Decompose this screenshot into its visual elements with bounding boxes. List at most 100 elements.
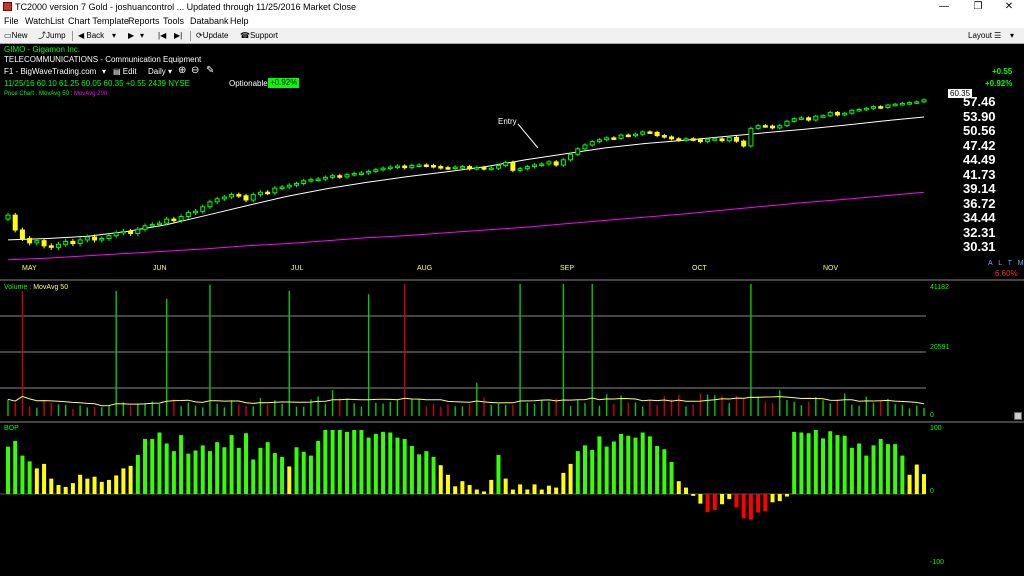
menu-help[interactable]: Help — [230, 14, 249, 28]
candle-body — [279, 186, 285, 189]
candle-body — [200, 206, 206, 212]
candle-body — [748, 127, 754, 147]
candle-body — [481, 167, 487, 170]
candle-body — [236, 194, 242, 197]
candle-body — [654, 131, 660, 137]
candle-body — [344, 174, 350, 178]
menu-chart-template[interactable]: Chart Template — [68, 14, 129, 28]
layout-dropdown[interactable]: ▾ — [1010, 30, 1014, 42]
candle-body — [820, 115, 826, 118]
candle-body — [575, 148, 581, 155]
candle-body — [366, 170, 372, 174]
close-button[interactable]: ✕ — [994, 0, 1024, 14]
candle-body — [322, 176, 328, 180]
candle-body — [856, 109, 862, 112]
candle-body — [611, 137, 617, 140]
candle-body — [661, 135, 667, 138]
candle-body — [582, 144, 588, 150]
toolbar: ▭New ⤴Jump ◀ Back ▾ ▶ ▾ |◀ ▶| ⟳Update ☎S… — [0, 28, 1024, 44]
candle-body — [640, 131, 646, 135]
candle-body — [257, 191, 263, 196]
candle-body — [647, 131, 653, 134]
candle-body — [149, 223, 155, 227]
candle-body — [409, 165, 415, 169]
menu-reports[interactable]: Reports — [128, 14, 160, 28]
candle-body — [337, 175, 343, 178]
candle-body — [762, 125, 768, 128]
candle-body — [55, 243, 61, 248]
candle-body — [438, 166, 444, 169]
candle-body — [892, 103, 898, 107]
candle-body — [351, 173, 357, 176]
chart-area: GIMO - Gigamon Inc. TELECOMMUNICATIONS -… — [0, 44, 1024, 576]
candle-body — [878, 106, 884, 109]
layout-button[interactable]: Layout — [968, 30, 992, 42]
candle-body — [806, 117, 812, 121]
menu-watchlist[interactable]: WatchList — [25, 14, 64, 28]
candle-body — [495, 165, 501, 169]
candle-body — [524, 166, 530, 170]
candle-body — [733, 136, 739, 142]
candle-body — [589, 141, 595, 146]
candle-body — [539, 163, 545, 166]
candle-body — [308, 179, 314, 182]
jump-button[interactable]: ⤴Jump — [38, 30, 66, 42]
candle-body — [488, 167, 494, 171]
candle-body — [120, 230, 126, 234]
back-dropdown[interactable]: ▾ — [112, 30, 116, 42]
candle-body — [632, 133, 638, 137]
candle-body — [813, 115, 819, 121]
jump-icon: ⤴ — [38, 31, 46, 40]
menu-databank[interactable]: Databank — [190, 14, 229, 28]
back-button[interactable]: ◀ Back — [78, 30, 104, 42]
candle-body — [84, 236, 90, 241]
candle-body — [106, 235, 112, 239]
candle-body — [798, 117, 804, 120]
candle-body — [849, 109, 855, 114]
update-label: Update — [202, 31, 229, 40]
minimize-button[interactable]: — — [929, 0, 959, 14]
forward-button[interactable]: ▶ — [128, 30, 134, 42]
candle-body — [142, 225, 148, 230]
candle-body — [221, 196, 227, 200]
menu-tools[interactable]: Tools — [163, 14, 184, 28]
candle-body — [445, 167, 451, 170]
support-button[interactable]: ☎Support — [240, 30, 278, 42]
candle-body — [358, 172, 364, 175]
candle-body — [834, 111, 840, 116]
last-button[interactable]: ▶| — [174, 30, 182, 42]
candle-body — [416, 164, 422, 168]
candle-body — [27, 237, 33, 244]
first-button[interactable]: |◀ — [158, 30, 166, 42]
candle-body — [921, 99, 927, 103]
candle-body — [914, 101, 920, 104]
candle-body — [885, 104, 891, 108]
candle-body — [842, 112, 848, 116]
candle-body — [19, 229, 25, 239]
restore-button[interactable]: ❐ — [963, 0, 993, 14]
candle-body — [164, 218, 170, 224]
title-bar: TC2000 version 7 Gold - joshuancontrol .… — [0, 0, 1024, 14]
candle-body — [265, 191, 271, 195]
candle-body — [560, 159, 566, 166]
candle-body — [113, 232, 119, 237]
candle-body — [546, 161, 552, 165]
layout-menu-icon[interactable]: ☰ — [994, 30, 1001, 42]
update-button[interactable]: ⟳Update — [196, 30, 229, 42]
candle-body — [604, 137, 610, 141]
candle-body — [272, 187, 278, 194]
new-button[interactable]: ▭New — [4, 30, 28, 42]
candle-body — [135, 228, 141, 234]
candle-body — [286, 184, 292, 188]
candle-body — [676, 138, 682, 141]
menu-file[interactable]: File — [4, 14, 19, 28]
candle-body — [207, 201, 213, 208]
candle-body — [214, 198, 220, 203]
candle-body — [596, 139, 602, 143]
forward-dropdown[interactable]: ▾ — [140, 30, 144, 42]
menu-bar: File WatchList Chart Template Reports To… — [0, 14, 1024, 28]
app-icon — [3, 2, 12, 11]
candle-body — [185, 212, 191, 217]
candle-body — [899, 102, 905, 106]
update-icon: ⟳ — [196, 31, 203, 40]
